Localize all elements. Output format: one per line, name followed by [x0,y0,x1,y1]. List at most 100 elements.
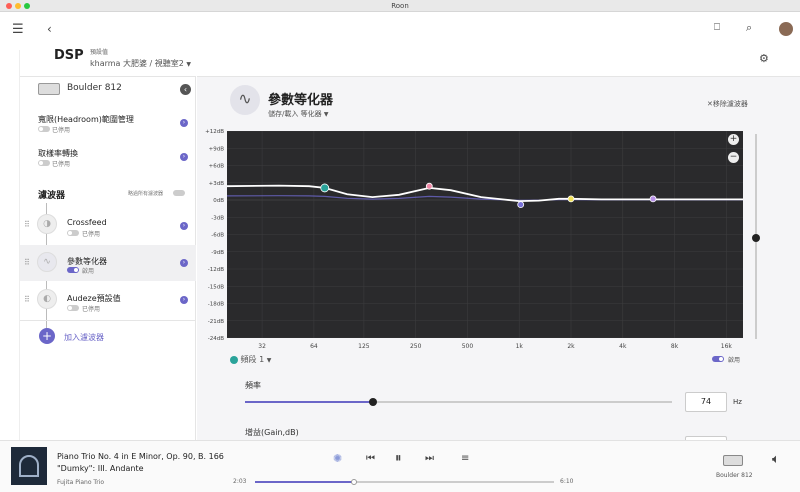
peq-curve-icon: ∿ [230,85,260,115]
eq-band-handle[interactable] [649,195,657,203]
drag-handle-icon[interactable]: ⠿ [24,295,30,304]
y-tick-label: +3dB [209,181,225,187]
volume-icon[interactable]: 🔈︎ [772,453,780,466]
vertical-scroll-thumb[interactable] [752,234,760,242]
frequency-label: 頻率 [245,381,261,390]
seek-bar[interactable] [255,479,554,485]
chevron-down-icon: ▼ [323,111,329,118]
y-tick-label: -18dB [208,302,224,308]
zone-name[interactable]: Boulder 812 [716,472,753,479]
remove-filter-button[interactable]: ✕移除濾波器 [707,99,748,109]
x-tick-label: 8k [671,343,679,350]
track-title[interactable]: Piano Trio No. 4 in E Minor, Op. 90, B. … [57,452,224,461]
peq-curve-icon: ∿ [37,252,57,272]
y-tick-label: 0dB [213,198,224,204]
audeze-title: Audeze預設值 [67,294,121,303]
total-time: 6:10 [560,478,574,485]
radio-icon[interactable]: ✺ [333,453,342,464]
drag-handle-icon[interactable]: ⠿ [24,220,30,229]
bookmark-icon[interactable]: ⎕ [714,23,720,33]
track-artist[interactable]: Fujita Piano Trio [57,479,104,486]
frequency-slider-track[interactable] [245,398,672,406]
drag-handle-icon[interactable]: ⠿ [24,258,30,267]
band-enabled-label: 啟用 [728,357,741,364]
menu-icon[interactable]: ☰ [12,23,24,36]
headroom-status: 已停用 [52,127,71,134]
y-tick-label: -3dB [211,215,224,221]
band-enabled-toggle[interactable] [712,356,724,362]
zoom-in-button[interactable]: + [728,134,739,145]
crossfeed-status: 已停用 [82,231,101,238]
back-arrow-icon[interactable]: ‹ [47,23,52,35]
album-art[interactable] [11,447,47,485]
chevron-right-icon: › [180,222,188,230]
pause-icon[interactable]: ⏸ [395,452,402,465]
headphone-icon: ◐ [37,289,57,309]
headroom-title: 寬限(Headroom)範圍管理 [38,115,134,124]
x-tick-label: 125 [358,343,370,350]
y-tick-label: -9dB [211,250,224,256]
x-tick-label: 1k [516,343,524,350]
crossfeed-title: Crossfeed [67,218,107,227]
y-tick-label: -6dB [211,233,224,239]
frequency-slider-fill [245,401,374,403]
band-color-dot [230,355,238,364]
bypass-all-label: 略過所有濾波器 [128,191,164,197]
save-load-label: 儲存/載入 等化器 [268,110,322,118]
band-selector[interactable]: 頻段 1 ▼ [230,354,271,365]
peq-toggle[interactable] [67,267,79,273]
device-name: Boulder 812 [67,83,122,93]
eq-chart[interactable]: + − [226,130,743,339]
seek-bar-fill [255,481,354,483]
filter-title: 參數等化器 [268,93,334,108]
eq-band-handle[interactable] [567,195,575,203]
crossfeed-toggle[interactable] [67,230,79,236]
band-label: 頻段 1 [240,355,265,364]
x-tick-label: 2k [567,343,575,350]
y-tick-label: -12dB [208,267,224,273]
device-icon [38,83,60,95]
dsp-sidebar: Boulder 812 ‹ 寬限(Headroom)範圍管理 已停用 › 取樣率… [20,76,196,440]
previous-track-icon[interactable]: ⏮ [366,454,375,464]
seek-thumb[interactable] [350,479,357,485]
crossfeed-icon: ◑ [37,214,57,234]
preset-dropdown[interactable]: kharma 大肥婆 / 視聽室2 ▼ [90,58,191,69]
chevron-right-icon: › [180,119,188,127]
eq-band-handle[interactable] [517,201,525,208]
y-axis: +12dB +9dB +6dB +3dB 0dB -3dB -6dB -9dB -12dB -15… [205,129,225,342]
collapse-sidebar-button[interactable]: ‹ [180,84,191,95]
save-load-dropdown[interactable]: 儲存/載入 等化器 ▼ [268,109,328,119]
avatar[interactable] [779,22,793,36]
top-bar: ☰ ‹ ⎕ ⌕ [0,12,800,50]
frequency-input[interactable]: 74 [685,392,727,412]
album-art-arch [19,455,39,477]
x-axis: 32 64 125 250 500 1k 2k 4k 8k 16k [258,343,733,350]
zoom-out-button[interactable]: − [728,152,739,163]
y-tick-label: -15dB [208,284,224,290]
zone-device-icon[interactable] [723,455,743,466]
divider [20,320,196,321]
filter-item-peq[interactable]: ⠿ ∿ 參數等化器 啟用 › [20,245,196,281]
now-playing-bar: Piano Trio No. 4 in E Minor, Op. 90, B. … [0,440,800,492]
frequency-slider-thumb[interactable] [369,398,378,406]
filters-heading: 濾波器 [38,191,66,201]
add-filter-label: 加入濾波器 [64,333,104,342]
remove-filter-label: 移除濾波器 [712,100,748,108]
x-tick-label: 16k [721,343,733,350]
preset-value: kharma 大肥婆 / 視聽室2 [90,59,184,68]
headroom-toggle[interactable] [38,126,50,132]
eq-band-handle[interactable] [320,183,330,193]
chevron-right-icon: › [180,296,188,304]
queue-icon[interactable]: ≡ [461,454,469,464]
window-titlebar: Roon [0,0,800,12]
audeze-toggle[interactable] [67,305,79,311]
gear-icon[interactable]: ⚙ [759,53,769,64]
next-track-icon[interactable]: ⏭ [425,454,434,464]
track-subtitle[interactable]: "Dumky": III. Andante [57,464,144,473]
sample-rate-toggle[interactable] [38,160,50,166]
search-icon[interactable]: ⌕ [746,22,752,33]
eq-band-handle[interactable] [425,182,433,190]
eq-chart-plot[interactable] [226,130,743,339]
bypass-all-toggle[interactable] [173,190,185,196]
y-axis-labels: +12dB +9dB +6dB +3dB 0dB -3dB -6dB -9dB -12dB -15… [197,129,227,342]
